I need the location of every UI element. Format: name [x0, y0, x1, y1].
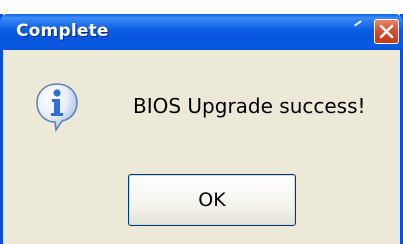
dialog-window: Complete BIOS Upgrade success! OK [0, 14, 403, 244]
window-title: Complete [16, 21, 109, 41]
close-button[interactable] [374, 19, 399, 44]
close-icon [379, 24, 394, 39]
title-bar[interactable]: Complete [0, 14, 403, 50]
info-icon [36, 83, 78, 132]
ok-button[interactable]: OK [128, 174, 296, 226]
titlebar-mark [354, 20, 364, 30]
dialog-message: BIOS Upgrade success! [133, 94, 366, 118]
